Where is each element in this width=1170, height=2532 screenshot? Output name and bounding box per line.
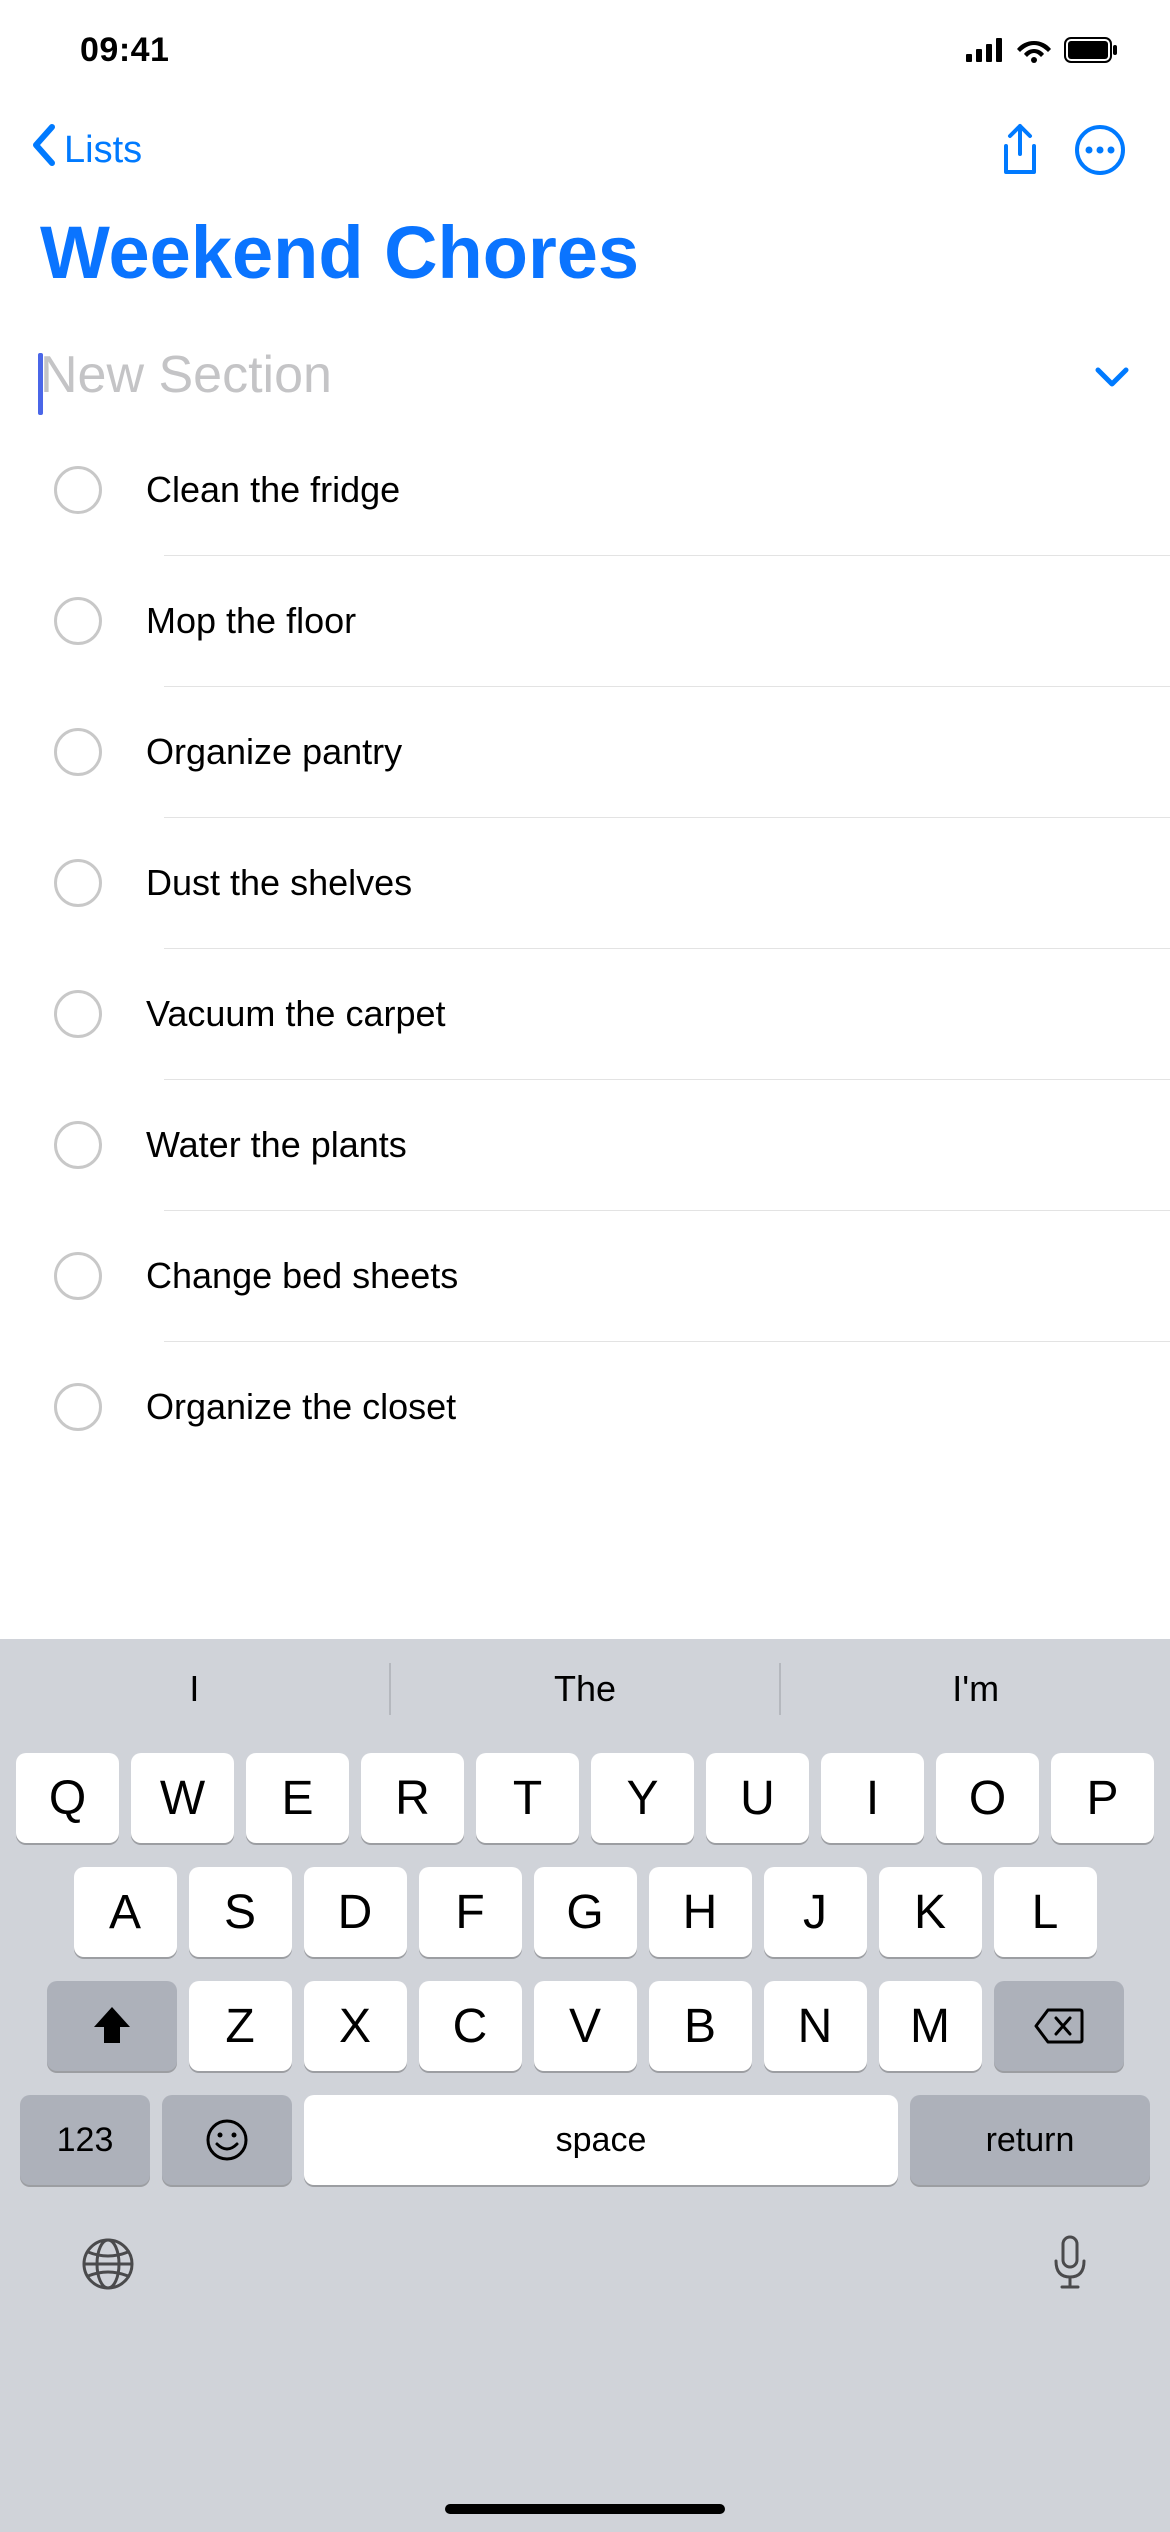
key-k[interactable]: K — [879, 1867, 982, 1957]
backspace-key[interactable] — [994, 1981, 1124, 2071]
reminder-checkbox[interactable] — [54, 859, 102, 907]
reminder-item[interactable]: Organize the closet — [54, 1342, 1170, 1472]
space-key[interactable]: space — [304, 2095, 898, 2185]
status-icons — [966, 37, 1120, 63]
reminder-checkbox[interactable] — [54, 728, 102, 776]
reminder-text[interactable]: Clean the fridge — [146, 469, 1170, 511]
key-n[interactable]: N — [764, 1981, 867, 2071]
key-b[interactable]: B — [649, 1981, 752, 2071]
suggestion-1[interactable]: I — [0, 1668, 389, 1710]
back-label: Lists — [64, 129, 142, 172]
key-x[interactable]: X — [304, 1981, 407, 2071]
home-indicator[interactable] — [445, 2504, 725, 2514]
suggestion-2[interactable]: The — [391, 1668, 780, 1710]
share-icon — [998, 122, 1042, 178]
globe-icon — [80, 2236, 136, 2292]
reminder-item[interactable]: Mop the floor — [54, 556, 1170, 686]
reminder-text[interactable]: Vacuum the carpet — [146, 993, 1170, 1035]
key-u[interactable]: U — [706, 1753, 809, 1843]
back-button[interactable]: Lists — [30, 120, 142, 180]
emoji-key[interactable] — [162, 2095, 292, 2185]
nav-bar: Lists — [0, 100, 1170, 200]
reminder-checkbox[interactable] — [54, 1383, 102, 1431]
chevron-left-icon — [30, 120, 60, 180]
text-cursor — [38, 353, 43, 415]
key-p[interactable]: P — [1051, 1753, 1154, 1843]
key-s[interactable]: S — [189, 1867, 292, 1957]
section-header: New Section — [0, 325, 1170, 425]
status-time: 09:41 — [80, 31, 169, 70]
key-o[interactable]: O — [936, 1753, 1039, 1843]
key-l[interactable]: L — [994, 1867, 1097, 1957]
key-v[interactable]: V — [534, 1981, 637, 2071]
suggestion-3[interactable]: I'm — [781, 1668, 1170, 1710]
key-t[interactable]: T — [476, 1753, 579, 1843]
more-button[interactable] — [1060, 110, 1140, 190]
mic-icon — [1050, 2235, 1090, 2293]
key-d[interactable]: D — [304, 1867, 407, 1957]
reminder-item[interactable]: Clean the fridge — [54, 425, 1170, 555]
reminder-list: Clean the fridge Mop the floor Organize pa… — [0, 425, 1170, 1472]
chevron-down-icon — [1094, 366, 1130, 388]
key-j[interactable]: J — [764, 1867, 867, 1957]
reminder-item[interactable]: Water the plants — [54, 1080, 1170, 1210]
keyboard: I The I'm QWERTYUIOP ASDFGHJKL ZXCVBNM 1… — [0, 1639, 1170, 2532]
key-y[interactable]: Y — [591, 1753, 694, 1843]
reminder-checkbox[interactable] — [54, 990, 102, 1038]
reminder-item[interactable]: Vacuum the carpet — [54, 949, 1170, 1079]
reminder-text[interactable]: Change bed sheets — [146, 1255, 1170, 1297]
key-g[interactable]: G — [534, 1867, 637, 1957]
section-collapse-button[interactable] — [1094, 353, 1130, 398]
key-r[interactable]: R — [361, 1753, 464, 1843]
battery-icon — [1064, 37, 1120, 63]
reminder-text[interactable]: Water the plants — [146, 1124, 1170, 1166]
suggestion-bar: I The I'm — [0, 1639, 1170, 1739]
shift-icon — [90, 2005, 134, 2047]
share-button[interactable] — [980, 110, 1060, 190]
reminder-text[interactable]: Organize pantry — [146, 731, 1170, 773]
reminder-text[interactable]: Dust the shelves — [146, 862, 1170, 904]
globe-key[interactable] — [80, 2236, 136, 2297]
key-e[interactable]: E — [246, 1753, 349, 1843]
ellipsis-circle-icon — [1074, 124, 1126, 176]
key-c[interactable]: C — [419, 1981, 522, 2071]
key-a[interactable]: A — [74, 1867, 177, 1957]
reminder-text[interactable]: Mop the floor — [146, 600, 1170, 642]
key-z[interactable]: Z — [189, 1981, 292, 2071]
page-title: Weekend Chores — [0, 200, 1170, 325]
emoji-icon — [206, 2119, 248, 2161]
reminder-item[interactable]: Dust the shelves — [54, 818, 1170, 948]
reminder-checkbox[interactable] — [54, 1252, 102, 1300]
key-h[interactable]: H — [649, 1867, 752, 1957]
reminder-item[interactable]: Organize pantry — [54, 687, 1170, 817]
backspace-icon — [1034, 2008, 1084, 2044]
reminder-checkbox[interactable] — [54, 466, 102, 514]
shift-key[interactable] — [47, 1981, 177, 2071]
key-f[interactable]: F — [419, 1867, 522, 1957]
key-i[interactable]: I — [821, 1753, 924, 1843]
numbers-key[interactable]: 123 — [20, 2095, 150, 2185]
dictation-key[interactable] — [1050, 2235, 1090, 2298]
reminder-text[interactable]: Organize the closet — [146, 1386, 1170, 1428]
key-w[interactable]: W — [131, 1753, 234, 1843]
status-bar: 09:41 — [0, 0, 1170, 100]
return-key[interactable]: return — [910, 2095, 1150, 2185]
section-name-input[interactable]: New Section — [40, 345, 332, 405]
reminder-checkbox[interactable] — [54, 1121, 102, 1169]
cellular-icon — [966, 38, 1004, 62]
section-placeholder: New Section — [40, 345, 332, 405]
key-q[interactable]: Q — [16, 1753, 119, 1843]
key-m[interactable]: M — [879, 1981, 982, 2071]
reminder-checkbox[interactable] — [54, 597, 102, 645]
wifi-icon — [1016, 37, 1052, 63]
reminder-item[interactable]: Change bed sheets — [54, 1211, 1170, 1341]
